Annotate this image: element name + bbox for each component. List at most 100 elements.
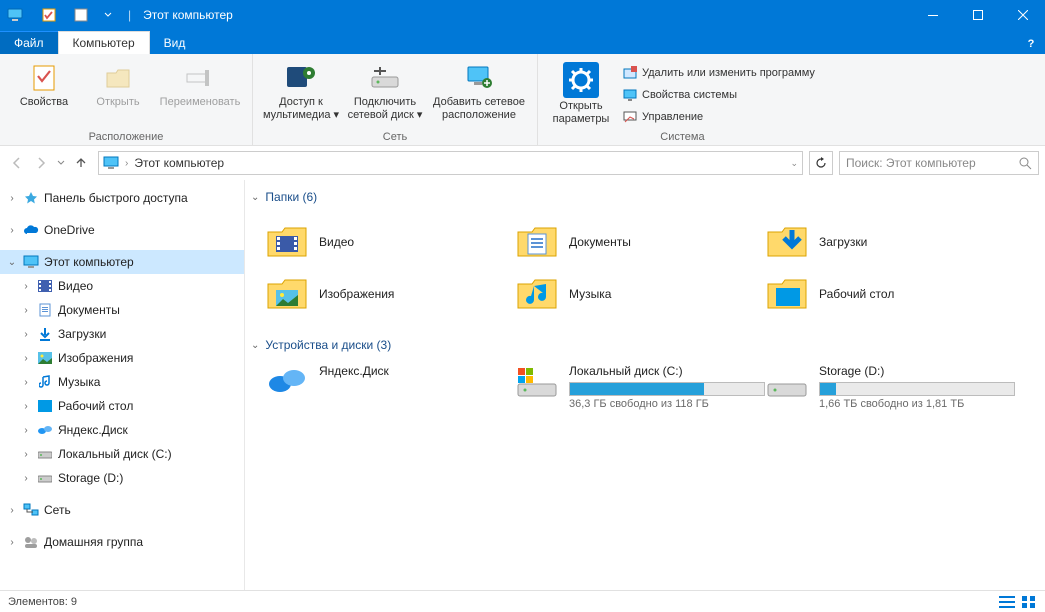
refresh-button[interactable] xyxy=(809,151,833,175)
qat-dropdown-icon[interactable] xyxy=(102,4,114,26)
expand-icon[interactable]: › xyxy=(20,473,32,484)
nav-yadisk[interactable]: › Яндекс.Диск xyxy=(0,418,244,442)
yadisk-icon xyxy=(265,364,309,404)
tab-computer[interactable]: Компьютер xyxy=(58,31,150,54)
nav-up-button[interactable] xyxy=(70,152,92,174)
pictures-icon xyxy=(36,349,54,367)
expand-icon[interactable]: › xyxy=(6,225,18,236)
expand-icon[interactable]: › xyxy=(20,401,32,412)
open-icon xyxy=(102,62,134,94)
app-icon xyxy=(4,4,26,26)
ribbon-media-button[interactable]: Доступ к мультимедиа ▾ xyxy=(261,58,341,122)
nav-network[interactable]: › Сеть xyxy=(0,498,244,522)
view-large-icon[interactable] xyxy=(1021,595,1037,609)
expand-icon[interactable]: › xyxy=(6,537,18,548)
expand-icon[interactable]: › xyxy=(20,449,32,460)
help-icon[interactable]: ? xyxy=(1023,36,1039,52)
ribbon-sysprops-button[interactable]: Свойства системы xyxy=(618,84,819,106)
qat-newfolder-icon[interactable] xyxy=(70,4,92,26)
network-icon xyxy=(22,501,40,519)
downloads-folder-icon xyxy=(765,222,809,262)
onedrive-icon xyxy=(22,221,40,239)
ribbon-properties-button[interactable]: Свойства xyxy=(8,58,80,109)
chevron-down-icon[interactable]: ⌄ xyxy=(251,340,259,351)
collapse-icon[interactable]: ⌄ xyxy=(6,257,18,268)
search-input[interactable] xyxy=(846,156,1019,170)
expand-icon[interactable]: › xyxy=(20,425,32,436)
tab-file[interactable]: Файл xyxy=(0,31,58,54)
thispc-icon xyxy=(22,253,40,271)
ribbon-settings-button[interactable]: Открыть параметры xyxy=(546,58,616,126)
chevron-right-icon[interactable]: › xyxy=(125,158,128,169)
tab-view[interactable]: Вид xyxy=(150,32,200,54)
content-pane: ⌄ Папки (6) Видео Документы Загрузки xyxy=(245,180,1045,590)
drive-c-usage-bar xyxy=(569,382,765,396)
chevron-down-icon[interactable]: ⌄ xyxy=(251,192,259,203)
ribbon-addnetloc-button[interactable]: Добавить сетевое расположение xyxy=(429,58,529,122)
search-icon[interactable] xyxy=(1019,157,1032,170)
expand-icon[interactable]: › xyxy=(20,329,32,340)
folder-downloads[interactable]: Загрузки xyxy=(765,216,1015,268)
folder-music[interactable]: Музыка xyxy=(515,268,765,320)
nav-videos[interactable]: › Видео xyxy=(0,274,244,298)
window-title: Этот компьютер xyxy=(137,8,233,22)
nav-back-button[interactable] xyxy=(6,152,28,174)
drive-yadisk[interactable]: Яндекс.Диск xyxy=(265,364,515,410)
nav-downloads[interactable]: › Загрузки xyxy=(0,322,244,346)
rename-icon xyxy=(184,62,216,94)
drive-storage-d[interactable]: Storage (D:) 1,66 ТБ свободно из 1,81 ТБ xyxy=(765,364,1015,410)
nav-quick-access[interactable]: › Панель быстрого доступа xyxy=(0,186,244,210)
folder-documents[interactable]: Документы xyxy=(515,216,765,268)
addnetloc-icon xyxy=(463,62,495,94)
drive-icon xyxy=(36,445,54,463)
nav-storage-d[interactable]: › Storage (D:) xyxy=(0,466,244,490)
drive-d-usage-bar xyxy=(819,382,1015,396)
ribbon-uninstall-button[interactable]: Удалить или изменить программу xyxy=(618,62,819,84)
expand-icon[interactable]: › xyxy=(20,377,32,388)
qat-properties-icon[interactable] xyxy=(38,4,60,26)
downloads-icon xyxy=(36,325,54,343)
section-drives-header[interactable]: ⌄ Устройства и диски (3) xyxy=(245,334,1035,356)
manage-icon xyxy=(622,109,638,125)
ribbon-collapse-icon[interactable] xyxy=(1007,39,1017,49)
expand-icon[interactable]: › xyxy=(6,505,18,516)
nav-onedrive[interactable]: › OneDrive xyxy=(0,218,244,242)
yadisk-icon xyxy=(36,421,54,439)
nav-this-pc[interactable]: ⌄ Этот компьютер xyxy=(0,250,244,274)
nav-pictures[interactable]: › Изображения xyxy=(0,346,244,370)
nav-local-c[interactable]: › Локальный диск (C:) xyxy=(0,442,244,466)
media-icon xyxy=(285,62,317,94)
pictures-folder-icon xyxy=(265,274,309,314)
breadcrumb[interactable]: Этот компьютер xyxy=(134,156,224,170)
desktop-icon xyxy=(36,397,54,415)
maximize-button[interactable] xyxy=(955,0,1000,30)
nav-homegroup[interactable]: › Домашняя группа xyxy=(0,530,244,554)
view-details-icon[interactable] xyxy=(999,595,1015,609)
nav-recent-button[interactable] xyxy=(54,152,68,174)
ribbon-group-network: Сеть xyxy=(261,129,529,143)
ribbon-rename-button: Переименовать xyxy=(156,58,244,109)
address-bar[interactable]: › Этот компьютер ⌄ xyxy=(98,151,803,175)
nav-desktop[interactable]: › Рабочий стол xyxy=(0,394,244,418)
homegroup-icon xyxy=(22,533,40,551)
nav-music[interactable]: › Музыка xyxy=(0,370,244,394)
expand-icon[interactable]: › xyxy=(6,193,18,204)
folder-pictures[interactable]: Изображения xyxy=(265,268,515,320)
ribbon-mapdrive-button[interactable]: Подключить сетевой диск ▾ xyxy=(343,58,427,122)
minimize-button[interactable] xyxy=(910,0,955,30)
nav-documents[interactable]: › Документы xyxy=(0,298,244,322)
videos-icon xyxy=(36,277,54,295)
nav-forward-button[interactable] xyxy=(30,152,52,174)
section-folders-header[interactable]: ⌄ Папки (6) xyxy=(245,186,1035,208)
search-box[interactable] xyxy=(839,151,1039,175)
expand-icon[interactable]: › xyxy=(20,281,32,292)
folder-desktop[interactable]: Рабочий стол xyxy=(765,268,1015,320)
close-button[interactable] xyxy=(1000,0,1045,30)
chevron-down-icon[interactable]: ⌄ xyxy=(790,158,798,169)
expand-icon[interactable]: › xyxy=(20,305,32,316)
drive-local-c[interactable]: Локальный диск (C:) 36,3 ГБ свободно из … xyxy=(515,364,765,410)
expand-icon[interactable]: › xyxy=(20,353,32,364)
ribbon-manage-button[interactable]: Управление xyxy=(618,106,819,128)
folder-videos[interactable]: Видео xyxy=(265,216,515,268)
documents-folder-icon xyxy=(515,222,559,262)
